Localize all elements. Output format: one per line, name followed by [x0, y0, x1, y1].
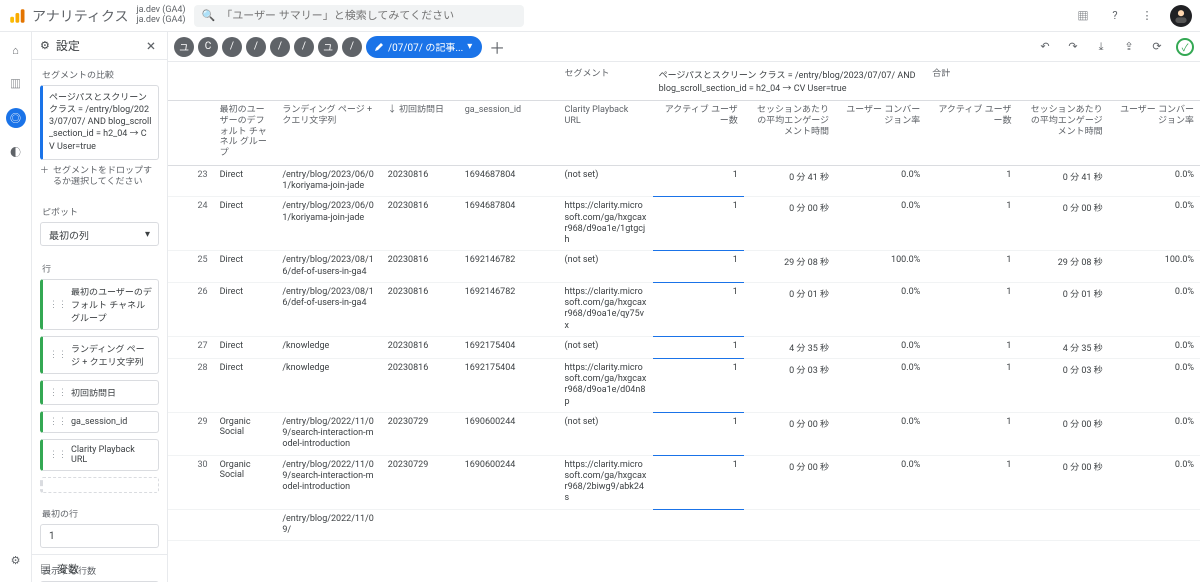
sidebar-title: 設定 — [56, 37, 80, 54]
topbar: アナリティクス ja.dev (GA4) ja.dev (GA4) 🔍 ▦ ? … — [0, 0, 1200, 32]
status-ok-icon[interactable]: ✓ — [1176, 38, 1194, 56]
avatar[interactable] — [1170, 5, 1192, 27]
apps-icon[interactable]: ▦ — [1074, 7, 1092, 25]
dim-header[interactable]: ga_session_id — [459, 101, 559, 166]
dim-header[interactable]: 最初のユーザーのデフォルト チャネル グループ — [214, 101, 277, 166]
left-rail: ⌂ ▥ ◎ ◐ ⚙ — [0, 32, 32, 582]
ga-logo[interactable]: アナリティクス — [8, 6, 128, 26]
refresh-icon[interactable]: ⟳ — [1148, 38, 1166, 56]
segments-section-label: セグメントの比較 — [32, 60, 167, 85]
metric-header[interactable]: セッションあたりの平均エンゲージメント時間 — [1017, 101, 1108, 166]
redo-icon[interactable]: ↷ — [1064, 38, 1082, 56]
drag-icon: ⋮⋮ — [49, 300, 67, 310]
tab-circle[interactable]: C — [198, 37, 218, 57]
chevron-down-icon: ▾ — [467, 41, 472, 52]
segment-column-header[interactable]: ページパスとスクリーン クラス = /entry/blog/2023/07/07… — [653, 62, 927, 101]
tab-circle[interactable]: / — [294, 37, 314, 57]
tab-circle[interactable]: ユ — [318, 37, 338, 57]
tab-circle[interactable]: / — [270, 37, 290, 57]
rail-home-icon[interactable]: ⌂ — [6, 40, 26, 60]
table-row[interactable]: 23Direct/entry/blog/2023/06/01/koriyama-… — [168, 165, 1200, 197]
start-row-input[interactable]: 1 — [40, 524, 159, 548]
metric-header[interactable]: アクティブ ユーザー数 — [653, 101, 744, 166]
tab-active[interactable]: /07/07/ の記事...▾ — [366, 36, 482, 58]
metric-header[interactable]: セッションあたりの平均エンゲージメント時間 — [744, 101, 835, 166]
total-column-header[interactable]: 合計 — [926, 62, 1200, 101]
tab-circle[interactable]: / — [342, 37, 362, 57]
tab-add-button[interactable]: ＋ — [486, 36, 508, 58]
metric-header[interactable]: ユーザー コンバージョン率 — [1109, 101, 1200, 166]
dim-header[interactable]: ↓ 初回訪問日 — [382, 101, 459, 166]
metric-header[interactable]: アクティブ ユーザー数 — [926, 101, 1017, 166]
pivot-select[interactable]: 最初の列▾ — [40, 222, 159, 246]
tab-bar: ユC////ユ/ /07/07/ の記事...▾ ＋ ↶ ↷ ⤓ ⇪ ⟳ ✓ — [168, 32, 1200, 62]
help-icon[interactable]: ? — [1106, 7, 1124, 25]
settings-sidebar: ⚙ 設定 × セグメントの比較 ページパスとスクリーン クラス = /entry… — [32, 32, 168, 582]
close-icon[interactable]: × — [143, 38, 159, 54]
tab-circle[interactable]: ユ — [174, 37, 194, 57]
rail-explore-icon[interactable]: ◎ — [6, 108, 26, 128]
pencil-icon — [374, 42, 384, 52]
table-row[interactable]: 29Organic Social/entry/blog/2022/11/09/s… — [168, 412, 1200, 455]
segment-chip[interactable]: ページパスとスクリーン クラス = /entry/blog/2023/07/07… — [40, 85, 159, 160]
rail-ads-icon[interactable]: ◐ — [6, 142, 26, 162]
search-input[interactable] — [221, 9, 515, 22]
table-row[interactable]: 28Direct/knowledge202308161692175404http… — [168, 358, 1200, 412]
variables-icon: ▤ — [40, 561, 51, 577]
chevron-down-icon: ▾ — [145, 229, 150, 240]
table-row[interactable]: 24Direct/entry/blog/2023/06/01/koriyama-… — [168, 197, 1200, 251]
row-chip[interactable]: ⋮⋮ランディング ページ + クエリ文字列 — [40, 336, 159, 374]
table-row[interactable]: 30Organic Social/entry/blog/2022/11/09/s… — [168, 455, 1200, 509]
table-row[interactable]: /entry/blog/2022/11/09/ — [168, 509, 1200, 541]
gear-icon: ⚙ — [40, 39, 50, 52]
row-chip[interactable]: ⋮⋮初回訪問日 — [40, 380, 159, 405]
row-chip[interactable]: ⋮⋮最初のユーザーのデフォルト チャネル グループ — [40, 279, 159, 330]
drag-icon: ⋮⋮ — [49, 417, 67, 427]
app-title: アナリティクス — [32, 6, 128, 26]
variables-toggle[interactable]: ▤ 変数 — [32, 554, 167, 582]
table-row[interactable]: 26Direct/entry/blog/2023/08/16/def-of-us… — [168, 282, 1200, 336]
data-table-wrap[interactable]: セグメント ページパスとスクリーン クラス = /entry/blog/2023… — [168, 62, 1200, 582]
drag-icon: ⋮⋮ — [49, 350, 67, 360]
drag-icon: ⋮⋮ — [49, 388, 67, 398]
tab-circle[interactable]: / — [246, 37, 266, 57]
dim-header[interactable]: ランディング ページ + クエリ文字列 — [276, 101, 381, 166]
data-table: セグメント ページパスとスクリーン クラス = /entry/blog/2023… — [168, 62, 1200, 541]
rows-label: 行 — [32, 254, 167, 279]
undo-icon[interactable]: ↶ — [1036, 38, 1054, 56]
search-icon: 🔍 — [202, 9, 216, 22]
share-icon[interactable]: ⇪ — [1120, 38, 1138, 56]
start-row-label: 最初の行 — [32, 499, 167, 524]
analytics-icon — [8, 7, 26, 25]
row-chip[interactable]: ⋮⋮Clarity Playback URL — [40, 439, 159, 471]
metric-header[interactable]: ユーザー コンバージョン率 — [835, 101, 926, 166]
col-segment-label: セグメント — [559, 62, 653, 101]
main-area: ユC////ユ/ /07/07/ の記事...▾ ＋ ↶ ↷ ⤓ ⇪ ⟳ ✓ — [168, 32, 1200, 582]
kebab-icon[interactable]: ⋮ — [1138, 7, 1156, 25]
drag-icon: ⋮⋮ — [49, 450, 67, 460]
property-selector[interactable]: ja.dev (GA4) ja.dev (GA4) — [136, 6, 185, 26]
dim-header[interactable]: Clarity Playback URL — [559, 101, 653, 166]
search-box[interactable]: 🔍 — [194, 5, 524, 27]
segment-drop-hint[interactable]: ＋セグメントをドロップするか選択してください — [40, 166, 159, 189]
row-chip[interactable]: ⋮⋮ga_session_id — [40, 411, 159, 433]
tab-circle[interactable]: / — [222, 37, 242, 57]
table-row[interactable]: 27Direct/knowledge202308161692175404(not… — [168, 336, 1200, 358]
row-chip-empty[interactable] — [40, 477, 159, 493]
rail-admin-icon[interactable]: ⚙ — [6, 550, 26, 570]
rail-reports-icon[interactable]: ▥ — [6, 74, 26, 94]
table-row[interactable]: 25Direct/entry/blog/2023/08/16/def-of-us… — [168, 251, 1200, 283]
download-icon[interactable]: ⤓ — [1092, 38, 1110, 56]
pivot-label: ピボット — [32, 197, 167, 222]
